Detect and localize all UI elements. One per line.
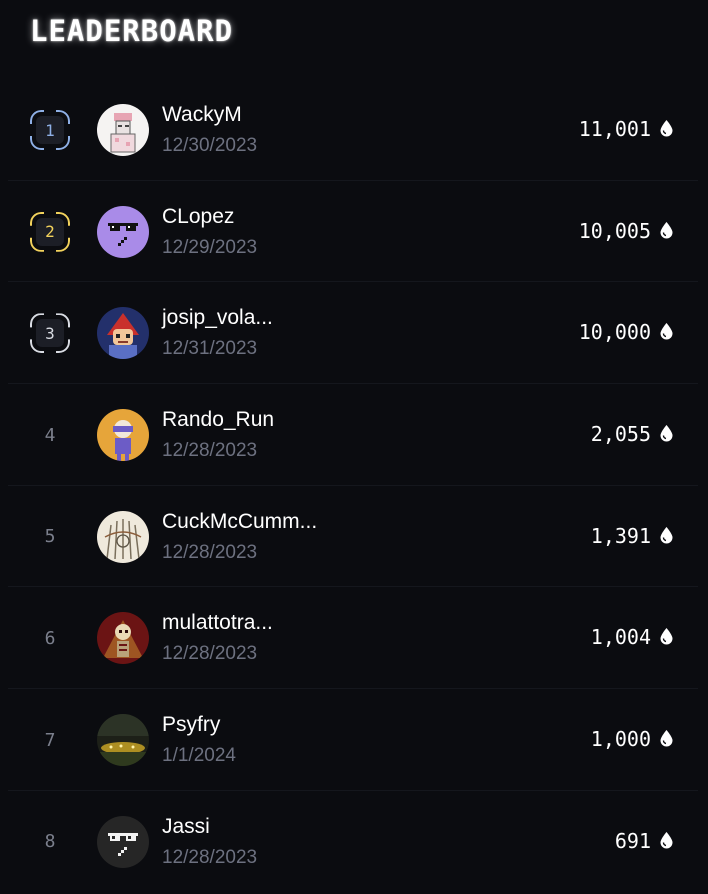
- drop-icon: [659, 831, 674, 849]
- drop-icon: [659, 526, 674, 544]
- rank-number: 4: [44, 424, 56, 446]
- leaderboard-row[interactable]: 7 Psyfry 1/1/2024 1,000: [8, 689, 698, 791]
- player-name[interactable]: Psyfry: [162, 713, 220, 737]
- leaderboard-row[interactable]: 2 CLopez 12/29/2023 10,005: [8, 181, 698, 283]
- avatar[interactable]: [97, 612, 149, 665]
- avatar[interactable]: [97, 205, 149, 258]
- player-score: 10,005: [578, 218, 651, 243]
- player-score: 1,000: [590, 727, 651, 752]
- orange-vr-figure-avatar-icon: [97, 409, 149, 462]
- player-score: 11,001: [578, 117, 651, 141]
- player-date: 12/28/2023: [162, 643, 258, 665]
- rank-number: 8: [44, 831, 56, 853]
- player-name[interactable]: mulattotra...: [162, 611, 273, 635]
- player-date: 12/28/2023: [162, 846, 258, 868]
- player-name[interactable]: Jassi: [162, 815, 210, 839]
- leaderboard-row[interactable]: 1 WackyM 12/30/2023 11,001: [8, 79, 698, 181]
- drop-icon: [659, 627, 674, 645]
- player-name[interactable]: WackyM: [162, 103, 242, 127]
- rank-number: 7: [44, 729, 56, 751]
- leaderboard-row[interactable]: 6 mulattotra... 12/28/2023 1,004: [8, 587, 698, 690]
- player-name[interactable]: CuckMcCumm...: [162, 510, 317, 534]
- player-name[interactable]: josip_vola...: [162, 306, 273, 330]
- drop-icon: [659, 424, 674, 442]
- drop-icon: [659, 729, 674, 747]
- purple-sunglasses-face-avatar-icon: [97, 205, 149, 258]
- rank-number: 2: [45, 222, 55, 242]
- player-date: 12/30/2023: [162, 135, 258, 156]
- avatar[interactable]: [97, 714, 149, 767]
- leaderboard-row[interactable]: 4 Rando_Run 12/28/2023 2,055: [8, 384, 698, 486]
- leaderboard-row[interactable]: 3 josip_vola... 12/31/2023 10,000: [8, 282, 698, 385]
- rank-number: 1: [45, 120, 55, 140]
- player-date: 12/28/2023: [162, 541, 258, 563]
- sketch-illustration-avatar-icon: [97, 510, 149, 563]
- pixel-character-pink-cap-avatar-icon: [97, 104, 149, 156]
- player-date: 12/28/2023: [162, 440, 258, 462]
- cartoon-character-blue-avatar-icon: [97, 307, 149, 360]
- player-name[interactable]: CLopez: [162, 205, 234, 229]
- leaderboard-row[interactable]: 5 CuckMcCumm... 12/28/2023 1,391: [8, 486, 698, 588]
- avatar[interactable]: [97, 510, 149, 563]
- rank-badge-second: 2: [30, 212, 70, 252]
- player-score: 691: [614, 828, 651, 853]
- drop-icon: [659, 322, 674, 340]
- rank-badge-first: 1: [30, 110, 70, 150]
- player-date: 12/31/2023: [162, 338, 258, 360]
- player-date: 12/29/2023: [162, 236, 258, 258]
- avatar[interactable]: [97, 815, 149, 868]
- player-score: 1,004: [590, 625, 651, 650]
- dark-sunglasses-face-avatar-icon: [97, 815, 149, 868]
- rank-number: 5: [44, 526, 56, 548]
- night-scene-lights-avatar-icon: [97, 714, 149, 767]
- rank-badge-third: 3: [30, 313, 70, 353]
- avatar[interactable]: [97, 104, 149, 156]
- avatar[interactable]: [97, 307, 149, 360]
- player-name[interactable]: Rando_Run: [162, 408, 274, 432]
- leaderboard-row[interactable]: 8 Jassi 12/28/2023 691: [8, 791, 698, 893]
- player-score: 10,000: [578, 320, 651, 345]
- skeleton-red-avatar-icon: [97, 612, 149, 665]
- rank-number: 6: [44, 627, 56, 649]
- player-date: 1/1/2024: [162, 745, 236, 767]
- leaderboard-list: 1 WackyM 12/30/2023 11,001 2 CLopez 12/2…: [0, 79, 708, 893]
- leaderboard-title: LEADERBOARD: [30, 14, 234, 48]
- player-score: 2,055: [590, 422, 651, 447]
- drop-icon: [659, 221, 674, 239]
- drop-icon: [659, 119, 674, 137]
- player-score: 1,391: [590, 523, 651, 548]
- avatar[interactable]: [97, 409, 149, 462]
- rank-number: 3: [45, 323, 55, 343]
